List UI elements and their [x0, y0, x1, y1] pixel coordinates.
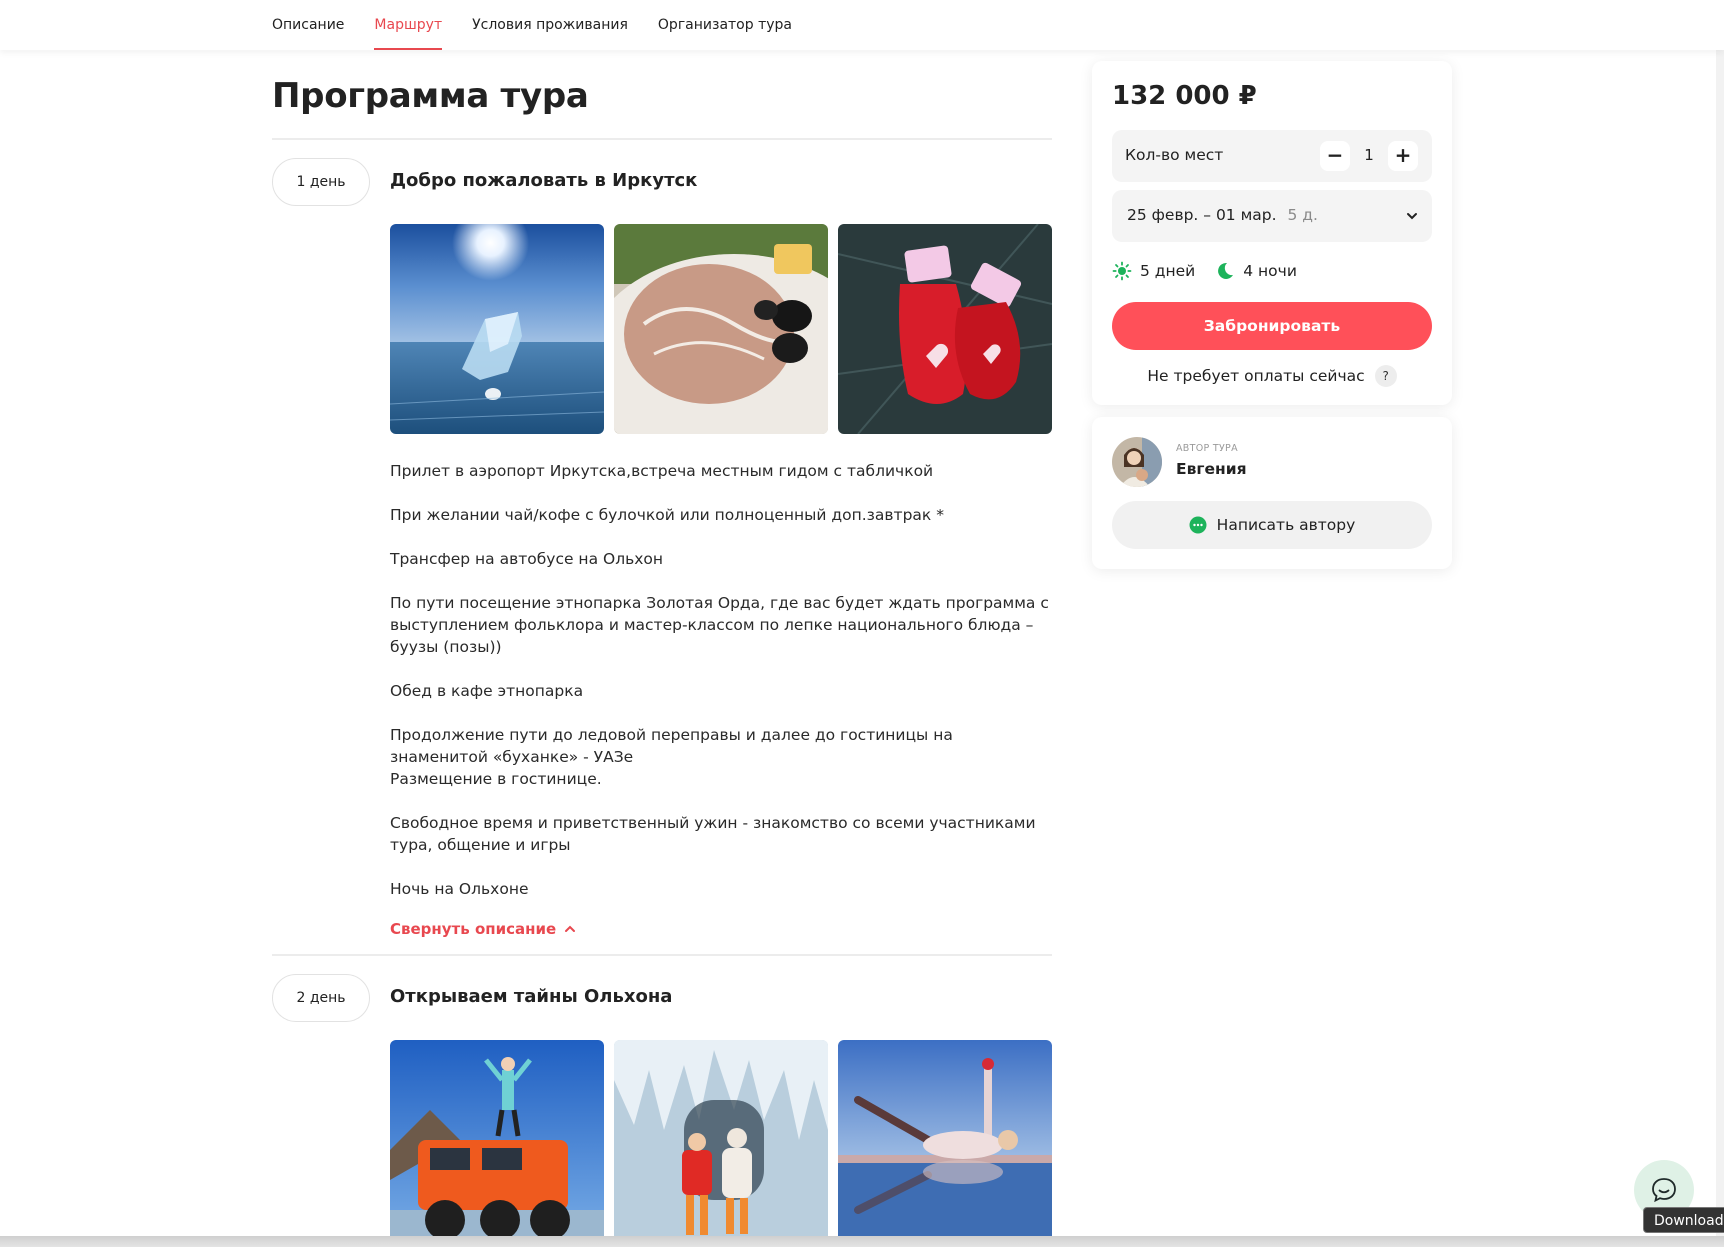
downloads-tooltip: Downloads — [1643, 1207, 1724, 1233]
chat-icon — [1652, 1178, 1676, 1203]
red-mittens-photo[interactable] — [838, 224, 1052, 434]
help-icon[interactable]: ? — [1374, 365, 1397, 387]
section-nav: Описание Маршрут Условия проживания Орга… — [0, 0, 1724, 50]
description-paragraph: Обед в кафе этнопарка — [390, 682, 584, 700]
day-badge: 1 день — [272, 158, 370, 206]
tab-route[interactable]: Маршрут — [374, 0, 442, 50]
nights-count: 4 ночи — [1243, 262, 1297, 280]
write-author-label: Написать автору — [1216, 516, 1356, 534]
description-paragraph: При желании чай/кофе с булочкой или полн… — [390, 506, 944, 524]
chevron-up-icon — [565, 925, 576, 932]
day-2: 2 день Открываем тайны Ольхона — [272, 956, 1052, 1247]
day-title: Добро пожаловать в Иркутск — [390, 170, 698, 191]
stay-duration: 5 дней 4 ночи — [1112, 261, 1297, 281]
herring-salad-photo[interactable] — [614, 224, 828, 434]
ice-reflection-pose-photo[interactable] — [838, 1040, 1052, 1247]
tour-program: Программа тура 1 день Добро пожаловать в… — [272, 50, 1052, 1247]
no-payment-note: Не требует оплаты сейчас ? — [1092, 365, 1452, 387]
seats-count: 1 — [1364, 146, 1374, 164]
write-author-button[interactable]: Написать автору — [1112, 501, 1432, 549]
avatar[interactable] — [1112, 437, 1162, 487]
day-badge: 2 день — [272, 974, 370, 1022]
sun-icon — [1112, 261, 1132, 281]
collapse-label: Свернуть описание — [390, 920, 557, 938]
moon-icon — [1218, 262, 1234, 279]
collapse-description-link[interactable]: Свернуть описание — [390, 918, 1052, 940]
day-description: Прилет в аэропорт Иркутска,встреча местн… — [390, 460, 1052, 900]
date-selector[interactable]: 25 февр. – 01 мар. 5 д. — [1112, 190, 1432, 242]
booking-card: 132 000 ₽ Кол-во мест − 1 + 25 февр. – 0… — [1092, 61, 1452, 405]
day-header: 2 день Открываем тайны Ольхона — [272, 956, 1052, 1044]
date-range-text: 25 февр. – 01 мар. — [1127, 206, 1277, 224]
description-paragraph: Продолжение пути до ледовой переправы и … — [390, 726, 953, 788]
tab-organizer[interactable]: Организатор тура — [658, 0, 792, 50]
day-title: Открываем тайны Ольхона — [390, 986, 673, 1007]
chevron-down-icon — [1407, 213, 1417, 220]
tab-accommodation[interactable]: Условия проживания — [472, 0, 628, 50]
tour-price: 132 000 ₽ — [1112, 81, 1257, 111]
ice-on-baikal-photo[interactable] — [390, 224, 604, 434]
tab-description[interactable]: Описание — [272, 0, 344, 50]
seats-decrement-button[interactable]: − — [1320, 141, 1350, 171]
nights-group: 4 ночи — [1215, 261, 1297, 281]
book-button[interactable]: Забронировать — [1112, 302, 1432, 350]
description-paragraph: Трансфер на автобусе на Ольхон — [390, 550, 664, 568]
author-card: АВТОР ТУРА Евгения Написать автору — [1092, 417, 1452, 569]
ice-cave-couple-photo[interactable] — [614, 1040, 828, 1247]
description-paragraph: Прилет в аэропорт Иркутска,встреча местн… — [390, 462, 934, 480]
date-range: 25 февр. – 01 мар. 5 д. — [1127, 206, 1318, 224]
section-tabs: Описание Маршрут Условия проживания Орга… — [272, 0, 792, 50]
seats-increment-button[interactable]: + — [1388, 141, 1418, 171]
no-payment-text: Не требует оплаты сейчас — [1147, 367, 1365, 385]
day-1: 1 день Добро пожаловать в Иркутск Прилет… — [272, 140, 1052, 940]
description-paragraph: Ночь на Ольхоне — [390, 880, 529, 898]
author-name[interactable]: Евгения — [1176, 460, 1247, 478]
author-caption: АВТОР ТУРА — [1176, 443, 1238, 454]
scrollbar[interactable] — [1716, 0, 1724, 1247]
page-title: Программа тура — [272, 76, 589, 116]
description-paragraph: Свободное время и приветственный ужин - … — [390, 814, 1036, 854]
seats-selector: Кол-во мест − 1 + — [1112, 130, 1432, 182]
day-header: 1 день Добро пожаловать в Иркутск — [272, 140, 1052, 228]
duration-text: 5 д. — [1287, 206, 1318, 224]
browser-bottom-bar — [0, 1236, 1724, 1247]
days-count: 5 дней — [1140, 262, 1196, 280]
message-icon — [1189, 516, 1207, 534]
orange-offroad-truck-photo[interactable] — [390, 1040, 604, 1247]
description-paragraph: По пути посещение этнопарка Золотая Орда… — [390, 594, 1049, 656]
seats-label: Кол-во мест — [1125, 146, 1224, 164]
day-photos — [390, 1040, 1052, 1247]
day-photos — [390, 224, 1052, 434]
